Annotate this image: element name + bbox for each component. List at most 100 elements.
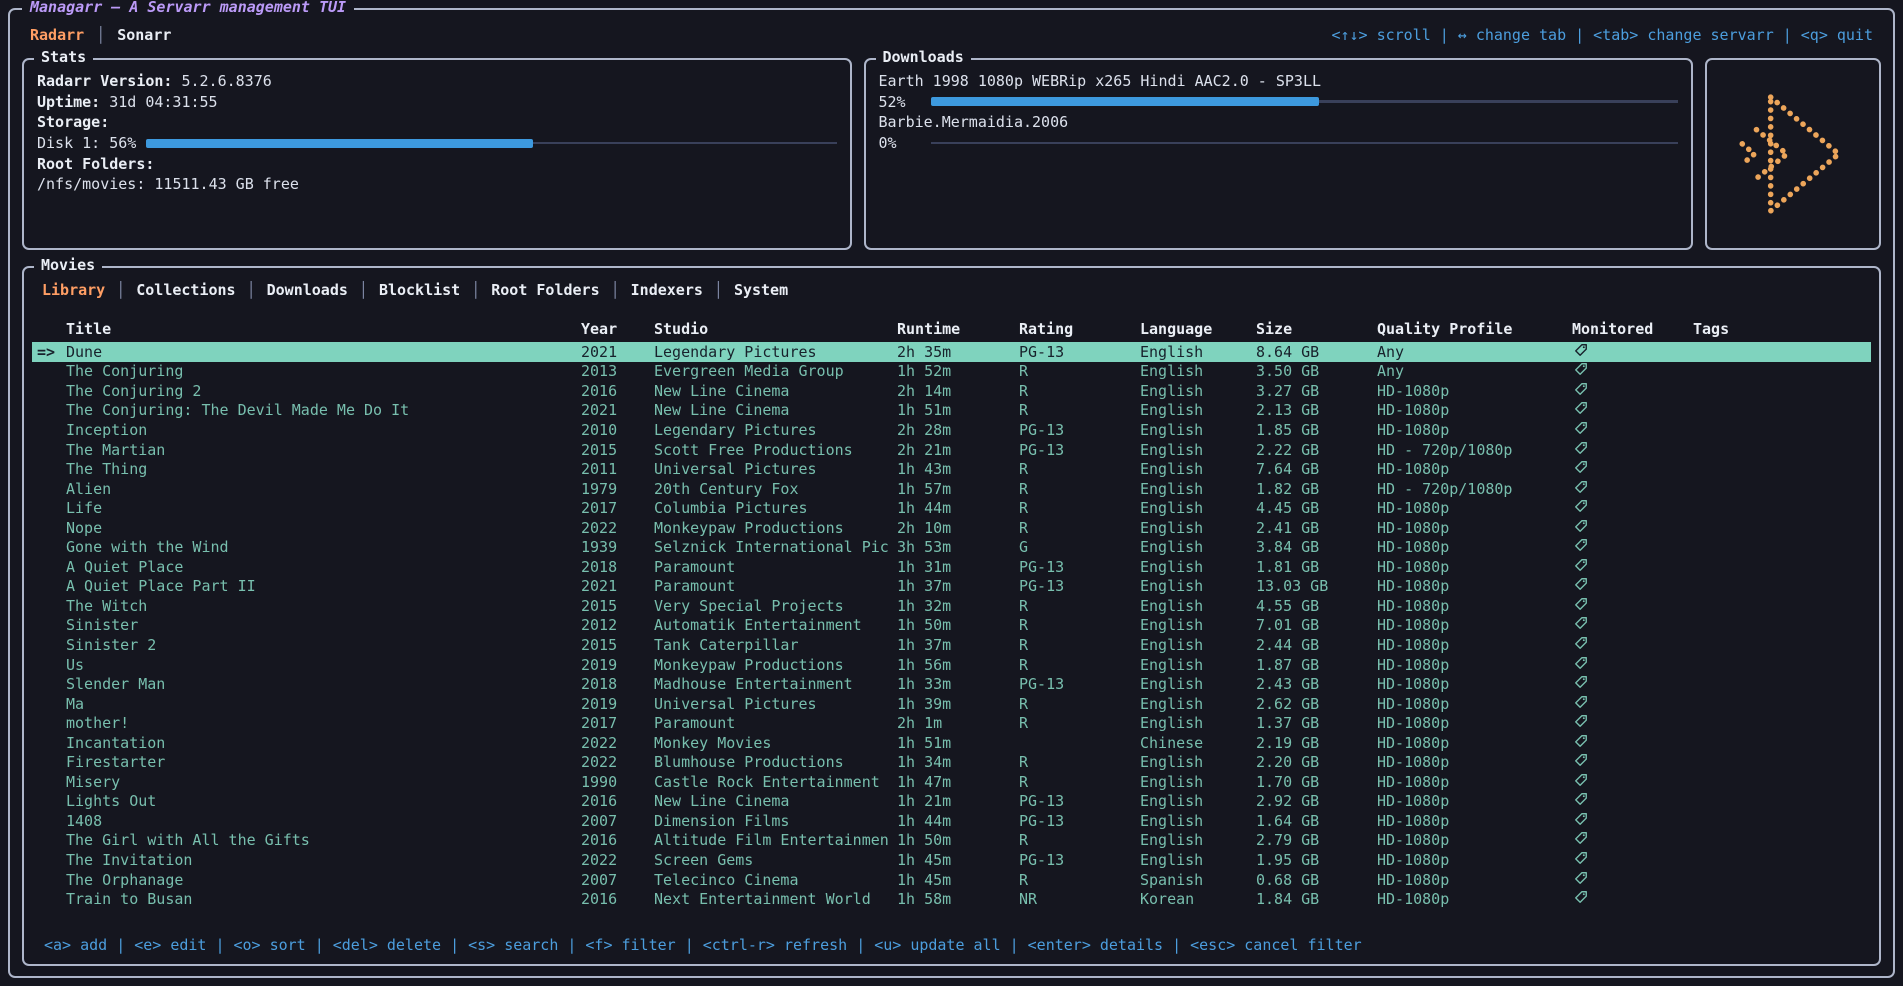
cell-quality-profile: Any xyxy=(1377,362,1572,380)
row-gutter: => xyxy=(32,812,66,830)
table-row[interactable]: => A Quiet Place 2018 Paramount 1h 31m P… xyxy=(32,557,1871,577)
download-percent: 52% xyxy=(879,93,921,111)
row-gutter: => xyxy=(32,441,66,459)
cell-title: Slender Man xyxy=(66,675,581,693)
cell-language: English xyxy=(1140,675,1256,693)
table-row[interactable]: => Alien 1979 20th Century Fox 1h 57m R … xyxy=(32,479,1871,499)
cell-size: 1.85 GB xyxy=(1256,421,1377,439)
cell-language: English xyxy=(1140,773,1256,791)
cell-quality-profile: HD-1080p xyxy=(1377,656,1572,674)
cell-quality-profile: HD-1080p xyxy=(1377,636,1572,654)
app-window: Managarr — A Servarr management TUI Rada… xyxy=(8,8,1895,978)
table-row[interactable]: => Gone with the Wind 1939 Selznick Inte… xyxy=(32,537,1871,557)
table-row[interactable]: => Firestarter 2022 Blumhouse Production… xyxy=(32,752,1871,772)
cell-language: English xyxy=(1140,792,1256,810)
table-row[interactable]: => Sinister 2012 Automatik Entertainment… xyxy=(32,616,1871,636)
table-row[interactable]: => A Quiet Place Part II 2021 Paramount … xyxy=(32,577,1871,597)
table-row[interactable]: => Ma 2019 Universal Pictures 1h 39m R E… xyxy=(32,694,1871,714)
row-gutter: => xyxy=(32,460,66,478)
table-row[interactable]: => Us 2019 Monkeypaw Productions 1h 56m … xyxy=(32,655,1871,675)
cell-rating: NR xyxy=(1019,890,1140,908)
table-row[interactable]: => Misery 1990 Castle Rock Entertainment… xyxy=(32,772,1871,792)
table-row[interactable]: => 1408 2007 Dimension Films 1h 44m PG-1… xyxy=(32,811,1871,831)
keybind-key: <f> xyxy=(585,936,612,954)
table-row[interactable]: => Lights Out 2016 New Line Cinema 1h 21… xyxy=(32,792,1871,812)
logo-panel xyxy=(1705,58,1881,250)
row-gutter: => xyxy=(32,499,66,517)
cell-monitored xyxy=(1572,851,1693,869)
table-row[interactable]: => Nope 2022 Monkeypaw Productions 2h 10… xyxy=(32,518,1871,538)
table-row[interactable]: => The Conjuring 2013 Evergreen Media Gr… xyxy=(32,362,1871,382)
monitored-tag-icon xyxy=(1572,675,1588,689)
cell-runtime: 1h 37m xyxy=(897,636,1019,654)
keybind-label: change servarr xyxy=(1647,26,1773,44)
movies-tab[interactable]: Root Folders xyxy=(471,281,599,299)
movies-tab[interactable]: Indexers xyxy=(611,281,703,299)
root-folders-heading: Root Folders: xyxy=(37,153,837,174)
cell-monitored xyxy=(1572,636,1693,654)
table-row[interactable]: => Train to Busan 2016 Next Entertainmen… xyxy=(32,889,1871,909)
cell-title: Incantation xyxy=(66,734,581,752)
servarr-tab[interactable]: Sonarr xyxy=(96,26,171,44)
movies-tab[interactable]: Blocklist xyxy=(359,281,460,299)
table-row[interactable]: => Slender Man 2018 Madhouse Entertainme… xyxy=(32,674,1871,694)
table-row[interactable]: => The Martian 2015 Scott Free Productio… xyxy=(32,440,1871,460)
table-row[interactable]: => Inception 2010 Legendary Pictures 2h … xyxy=(32,420,1871,440)
cell-studio: Telecinco Cinema xyxy=(654,871,897,889)
cell-runtime: 2h 28m xyxy=(897,421,1019,439)
disk-usage-progressbar xyxy=(146,138,836,149)
cell-size: 2.79 GB xyxy=(1256,831,1377,849)
table-row[interactable]: => The Invitation 2022 Screen Gems 1h 45… xyxy=(32,850,1871,870)
table-row[interactable]: => Dune 2021 Legendary Pictures 2h 35m P… xyxy=(32,342,1871,362)
table-row[interactable]: => The Girl with All the Gifts 2016 Alti… xyxy=(32,831,1871,851)
root-folder-value: /nfs/movies: 11511.43 GB free xyxy=(37,175,299,193)
table-row[interactable]: => The Conjuring 2 2016 New Line Cinema … xyxy=(32,381,1871,401)
cell-studio: New Line Cinema xyxy=(654,792,897,810)
cell-monitored xyxy=(1572,441,1693,459)
cell-size: 0.68 GB xyxy=(1256,871,1377,889)
cell-language: English xyxy=(1140,441,1256,459)
cell-studio: Legendary Pictures xyxy=(654,343,897,361)
stats-panel-title: Stats xyxy=(34,48,93,66)
movies-tab[interactable]: Library xyxy=(42,281,105,299)
cell-size: 2.92 GB xyxy=(1256,792,1377,810)
table-row[interactable]: => The Conjuring: The Devil Made Me Do I… xyxy=(32,401,1871,421)
table-row[interactable]: => Incantation 2022 Monkey Movies 1h 51m… xyxy=(32,733,1871,753)
cell-title: The Thing xyxy=(66,460,581,478)
download-progressbar xyxy=(931,138,1679,149)
cell-size: 3.27 GB xyxy=(1256,382,1377,400)
table-row[interactable]: => The Orphanage 2007 Telecinco Cinema 1… xyxy=(32,870,1871,890)
movies-tab[interactable]: Downloads xyxy=(247,281,348,299)
cell-rating: PG-13 xyxy=(1019,577,1140,595)
table-row[interactable]: => The Witch 2015 Very Special Projects … xyxy=(32,596,1871,616)
row-gutter: => xyxy=(32,597,66,615)
cell-studio: Monkeypaw Productions xyxy=(654,519,897,537)
cell-monitored xyxy=(1572,382,1693,400)
table-row[interactable]: => The Thing 2011 Universal Pictures 1h … xyxy=(32,459,1871,479)
row-gutter: => xyxy=(32,773,66,791)
disk-usage-line: Disk 1: 56% xyxy=(37,133,837,154)
table-row[interactable]: => mother! 2017 Paramount 2h 1m R Englis… xyxy=(32,713,1871,733)
row-gutter: => xyxy=(32,480,66,498)
servarr-tab[interactable]: Radarr xyxy=(30,26,84,44)
cell-language: English xyxy=(1140,362,1256,380)
cell-studio: Blumhouse Productions xyxy=(654,753,897,771)
col-size: Size xyxy=(1256,320,1377,338)
managarr-play-logo xyxy=(1732,87,1854,221)
keybind-label: scroll xyxy=(1377,26,1431,44)
cell-year: 2018 xyxy=(581,675,654,693)
movies-tab[interactable]: System xyxy=(714,281,788,299)
download-item-progress: 52% xyxy=(879,92,1679,113)
table-row[interactable]: => Life 2017 Columbia Pictures 1h 44m R … xyxy=(32,498,1871,518)
cell-studio: New Line Cinema xyxy=(654,382,897,400)
keybind-label: refresh xyxy=(784,936,847,954)
col-title: Title xyxy=(66,320,581,338)
cell-rating: PG-13 xyxy=(1019,812,1140,830)
table-row[interactable]: => Sinister 2 2015 Tank Caterpillar 1h 3… xyxy=(32,635,1871,655)
movies-tab[interactable]: Collections xyxy=(116,281,235,299)
cell-studio: Madhouse Entertainment xyxy=(654,675,897,693)
cell-year: 2017 xyxy=(581,499,654,517)
cell-title: Ma xyxy=(66,695,581,713)
cell-monitored xyxy=(1572,362,1693,380)
cell-title: Life xyxy=(66,499,581,517)
